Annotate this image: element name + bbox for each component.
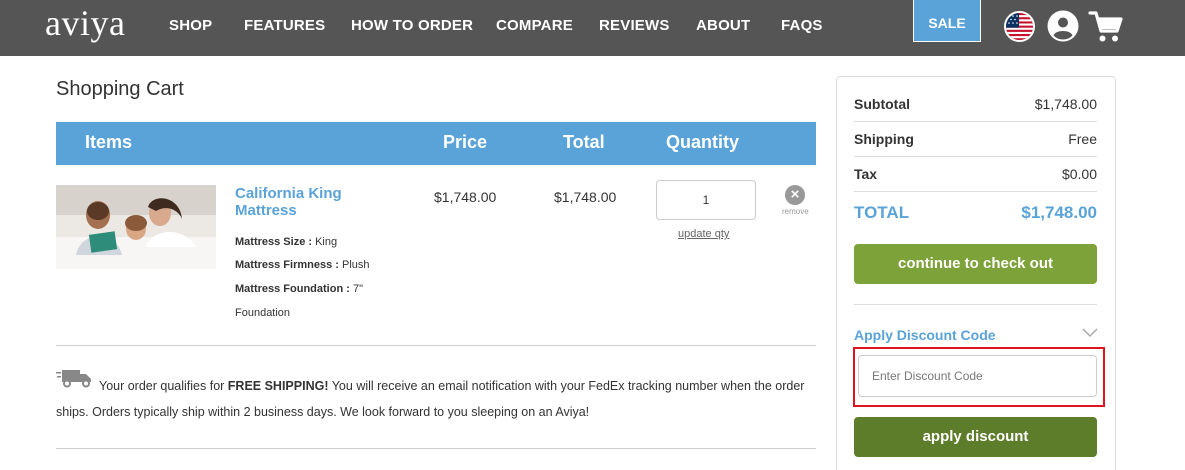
nav-how-to-order[interactable]: HOW TO ORDER (351, 17, 473, 34)
account-icon[interactable] (1047, 10, 1079, 42)
free-shipping-text: FREE SHIPPING! (227, 379, 329, 393)
remove-icon[interactable]: × (785, 185, 805, 205)
header-quantity: Quantity (666, 132, 740, 152)
nav-about[interactable]: ABOUT (696, 17, 750, 34)
chevron-down-icon[interactable] (1082, 325, 1098, 338)
top-navigation-bar: aviya SHOP FEATURES HOW TO ORDER COMPARE… (0, 0, 1185, 56)
attr-firmness-label: Mattress Firmness : (235, 259, 339, 271)
shipping-value: Free (1068, 131, 1097, 147)
total-value: $1,748.00 (1021, 203, 1097, 222)
attr-firmness: Mattress Firmness : Plush (235, 259, 370, 271)
summary-divider (854, 121, 1097, 122)
nav-compare[interactable]: COMPARE (496, 17, 573, 34)
us-flag-icon[interactable] (1004, 11, 1035, 42)
cart-table-header: Items Price Total Quantity (56, 122, 816, 165)
shipping-label: Shipping (854, 131, 914, 147)
aviya-logo[interactable]: aviya (45, 2, 125, 44)
attr-firmness-value: Plush (342, 259, 370, 271)
item-price: $1,748.00 (434, 189, 497, 205)
attr-foundation-value: 7" (352, 283, 363, 295)
quantity-input[interactable]: 1 (656, 180, 756, 220)
attr-foundation-cont: Foundation (235, 307, 291, 319)
summary-divider (854, 191, 1097, 192)
apply-discount-button[interactable]: apply discount (854, 417, 1097, 457)
row-divider (56, 345, 816, 346)
product-image[interactable] (56, 185, 216, 269)
total-label: TOTAL (854, 203, 910, 222)
subtotal-value: $1,748.00 (1034, 96, 1097, 112)
summary-divider (854, 304, 1097, 305)
nav-features[interactable]: FEATURES (244, 17, 325, 34)
discount-toggle[interactable]: Apply Discount Code (854, 327, 996, 343)
item-total: $1,748.00 (554, 189, 617, 205)
attr-foundation-label: Mattress Foundation : (235, 283, 350, 295)
nav-reviews[interactable]: REVIEWS (599, 17, 670, 34)
product-name-link[interactable]: California King Mattress (235, 185, 385, 219)
header-items: Items (85, 132, 133, 152)
shopping-cart-icon[interactable] (1088, 10, 1124, 44)
header-price: Price (443, 132, 488, 152)
sale-button[interactable]: SALE (913, 0, 981, 42)
update-qty-link[interactable]: update qty (678, 228, 729, 240)
tax-label: Tax (854, 166, 878, 182)
attr-size-value: King (315, 236, 338, 248)
continue-checkout-button[interactable]: continue to check out (854, 244, 1097, 284)
page-title: Shopping Cart (56, 78, 184, 100)
summary-divider (854, 156, 1097, 157)
attr-size: Mattress Size : King (235, 236, 337, 248)
notice-divider (56, 448, 816, 449)
subtotal-label: Subtotal (854, 96, 910, 112)
tax-value: $0.00 (1061, 166, 1097, 182)
attr-size-label: Mattress Size : (235, 236, 313, 248)
shipping-prefix: Your order qualifies for (99, 379, 228, 393)
nav-faqs[interactable]: FAQS (781, 17, 823, 34)
remove-label[interactable]: remove (782, 207, 809, 216)
discount-code-input[interactable]: Enter Discount Code (858, 355, 1097, 397)
nav-shop[interactable]: SHOP (169, 17, 212, 34)
header-total: Total (563, 132, 605, 152)
attr-foundation: Mattress Foundation : 7" (235, 283, 363, 295)
shipping-notice: Your order qualifies for FREE SHIPPING! … (56, 373, 816, 425)
